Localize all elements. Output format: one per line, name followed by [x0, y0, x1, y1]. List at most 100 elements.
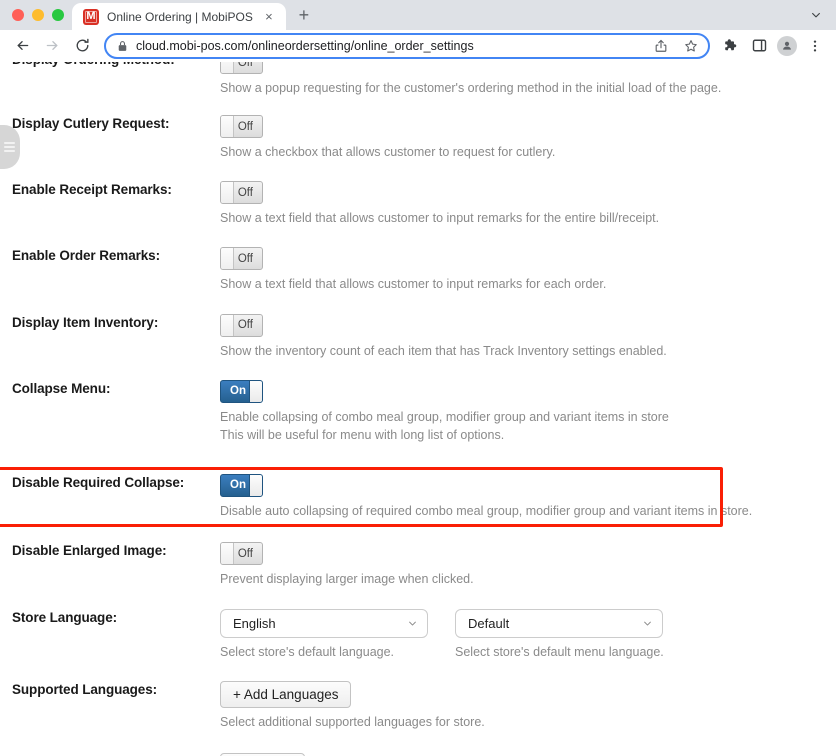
setting-control: On Disable auto collapsing of required c…	[220, 473, 836, 520]
description-line: Show a popup requesting for the customer…	[220, 81, 722, 95]
toggle-knob	[221, 314, 234, 336]
toggle-display-item-inventory[interactable]: Off	[220, 313, 263, 337]
browser-tab[interactable]: Online Ordering | MobiPOS ×	[72, 3, 286, 30]
setting-description: Show the inventory count of each item th…	[220, 342, 836, 360]
setting-description: Show a text field that allows customer t…	[220, 275, 836, 293]
setting-label: Display Item Inventory:	[12, 314, 159, 330]
share-icon[interactable]	[650, 35, 672, 57]
tab-title: Online Ordering | MobiPOS	[107, 9, 253, 24]
description-line: Show a text field that allows customer t…	[220, 211, 660, 226]
menu-language-select[interactable]: Default	[455, 609, 663, 639]
reload-button[interactable]	[68, 32, 96, 60]
online-order-settings-page: Display Ordering Method: Off Show a popu…	[0, 62, 836, 756]
setting-control: + Add Languages Select additional suppor…	[220, 681, 836, 731]
side-panel-icon[interactable]	[746, 32, 772, 60]
toggle-label: Off	[237, 319, 253, 331]
toggle-label: Off	[237, 547, 253, 560]
toggle-label: On	[230, 385, 246, 398]
store-language-value: English	[233, 616, 276, 632]
toggle-knob	[221, 248, 234, 270]
tab-strip: Online Ordering | MobiPOS × +	[0, 0, 836, 30]
profile-avatar[interactable]	[774, 32, 800, 60]
setting-description: Disable auto collapsing of required comb…	[220, 502, 836, 520]
close-tab-icon[interactable]: ×	[261, 9, 277, 25]
address-bar[interactable]: cloud.mobi-pos.com/onlineordersetting/on…	[104, 32, 710, 59]
setting-label: Supported Languages:	[12, 682, 158, 698]
setting-row-enable-receipt-remarks: Enable Receipt Remarks: Off Show a text …	[0, 181, 836, 227]
toggle-knob	[249, 474, 262, 496]
hamburger-icon	[4, 140, 15, 155]
description-line: Show a checkbox that allows customer to …	[220, 145, 556, 160]
menu-language-description: Select store's default menu language.	[455, 645, 664, 660]
bookmark-star-icon[interactable]	[680, 35, 702, 57]
setting-row-display-ordering-method: Display Ordering Method: Off Show a popu…	[0, 62, 836, 97]
toggle-knob	[221, 182, 234, 204]
toggle-knob	[249, 380, 262, 402]
toggle-knob	[221, 543, 234, 564]
forward-button[interactable]	[38, 32, 66, 60]
back-button[interactable]	[8, 32, 36, 60]
setting-description: Show a text field that allows customer t…	[220, 209, 836, 227]
description-line: Show the inventory count of each item th…	[220, 343, 667, 358]
setting-control: English Select store's default language.…	[220, 609, 836, 659]
setting-description: Show a checkbox that allows customer to …	[220, 143, 836, 161]
toggle-display-ordering-method[interactable]: Off	[220, 62, 263, 74]
setting-control: On Enable collapsing of combo meal group…	[220, 379, 836, 444]
add-languages-button[interactable]: + Add Languages	[220, 681, 352, 709]
toggle-enable-order-remarks[interactable]: Off	[220, 247, 263, 271]
chrome-menu-icon[interactable]	[802, 32, 828, 60]
store-language-description: Select store's default language.	[220, 645, 395, 660]
toggle-collapse-menu[interactable]: On	[220, 379, 263, 403]
language-selects: English Select store's default language.…	[220, 609, 836, 659]
setting-label: Disable Required Collapse:	[12, 474, 185, 490]
setting-row-store-language: Store Language: English Select store's d…	[0, 609, 836, 659]
extensions-puzzle-icon[interactable]	[718, 32, 744, 60]
setting-control: Off Show a text field that allows custom…	[220, 247, 836, 293]
description-line: Show a text field that allows customer t…	[220, 277, 607, 292]
menu-language-column: Default Select store's default menu lang…	[455, 609, 664, 660]
setting-label: Collapse Menu:	[12, 380, 111, 396]
store-language-select[interactable]: English	[220, 609, 428, 639]
settings-list: Display Ordering Method: Off Show a popu…	[0, 62, 836, 756]
setting-description: Show a popup requesting for the customer…	[220, 79, 836, 97]
setting-row-disable-enlarged-image: Disable Enlarged Image: Off Prevent disp…	[0, 542, 836, 588]
description-line: This will be useful for menu with long l…	[220, 427, 505, 442]
description-line: Disable auto collapsing of required comb…	[220, 503, 753, 518]
setting-control: Off Show the inventory count of each ite…	[220, 313, 836, 360]
lock-icon	[117, 40, 128, 52]
minimize-window-button[interactable]	[32, 9, 44, 21]
setting-row-supported-languages: Supported Languages: + Add Languages Sel…	[0, 681, 836, 731]
toggle-label: Off	[237, 120, 253, 133]
setting-control: Off Show a text field that allows custom…	[220, 181, 836, 227]
description-line: Select additional supported languages fo…	[220, 715, 485, 730]
description-line: Enable collapsing of combo meal group, m…	[220, 409, 669, 424]
browser-toolbar: cloud.mobi-pos.com/onlineordersetting/on…	[0, 30, 836, 62]
avatar	[777, 35, 797, 56]
toggle-disable-enlarged-image[interactable]: Off	[220, 542, 263, 565]
setting-label: Display Cutlery Request:	[12, 116, 170, 132]
setting-control: Off Show a popup requesting for the cust…	[220, 62, 836, 97]
window-controls	[8, 0, 72, 30]
toggle-knob	[221, 62, 234, 73]
setting-label: Enable Order Remarks:	[12, 248, 160, 264]
setting-label: Store Language:	[12, 610, 118, 626]
setting-row-disable-required-collapse: Disable Required Collapse: On Disable au…	[0, 466, 836, 528]
maximize-window-button[interactable]	[52, 9, 64, 21]
toggle-enable-receipt-remarks[interactable]: Off	[220, 181, 263, 205]
setting-row-collapse-menu: Collapse Menu: On Enable collapsing of c…	[0, 379, 836, 444]
browser-window: Online Ordering | MobiPOS × +	[0, 0, 836, 756]
new-tab-button[interactable]: +	[290, 1, 318, 29]
url-text: cloud.mobi-pos.com/onlineordersetting/on…	[136, 38, 474, 53]
setting-description: Select additional supported languages fo…	[220, 713, 836, 731]
toggle-label: On	[230, 479, 246, 492]
tab-search-chevron-down-icon[interactable]	[802, 0, 830, 30]
toggle-disable-required-collapse[interactable]: On	[220, 473, 263, 497]
close-window-button[interactable]	[12, 9, 24, 21]
setting-label: Enable Receipt Remarks:	[12, 182, 172, 198]
page-viewport: Display Ordering Method: Off Show a popu…	[0, 62, 836, 756]
setting-description: Enable collapsing of combo meal group, m…	[220, 408, 836, 444]
chevron-down-icon	[642, 618, 653, 629]
toggle-knob	[221, 116, 234, 138]
toggle-label: Off	[237, 62, 253, 69]
toggle-display-cutlery-request[interactable]: Off	[220, 115, 263, 139]
